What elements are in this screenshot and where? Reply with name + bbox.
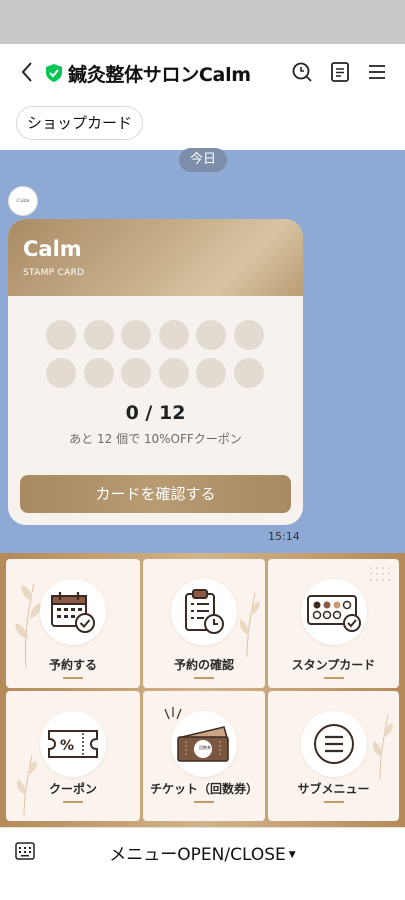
stamp-slot [46, 320, 76, 350]
stamp-slot [121, 358, 151, 388]
stamp-slot [233, 320, 264, 350]
underline [194, 801, 214, 803]
menu-item-stamp-card[interactable]: スタンプカード [268, 559, 399, 688]
card-title: Calm [23, 237, 82, 261]
underline [194, 677, 214, 679]
menu-label-check-reservation: 予約の確認 [173, 658, 234, 672]
chat-area: 今日 Calm Calm STAMP CARD 0 / 12 あと 12 個で … [0, 148, 405, 553]
leaf-decoration-icon [239, 592, 260, 658]
chat-title: 鍼灸整体サロンCalm [68, 64, 251, 86]
hamburger-circle-icon [313, 724, 354, 764]
notes-icon [331, 62, 349, 82]
back-button[interactable] [14, 59, 40, 85]
ticket-icon [177, 726, 229, 762]
menu-item-coupon[interactable]: % クーポン [6, 691, 140, 821]
menu-item-reserve[interactable]: 予約する [6, 559, 140, 688]
card-header: Calm STAMP CARD [8, 219, 303, 296]
shop-card-chip[interactable]: ショップカード [16, 106, 144, 140]
stamp-slot [83, 320, 114, 350]
underline [323, 801, 344, 803]
stamp-grid [46, 320, 266, 388]
coupon-circle: % [40, 711, 106, 777]
avatar-text: Calm [16, 198, 30, 204]
stamp-count: 0 / 12 [125, 402, 186, 424]
chip-row: ショップカード [0, 100, 405, 150]
ticket-text: 回数券 [199, 745, 211, 750]
underline [323, 677, 344, 679]
menu-label-ticket: チケット（回数券） [149, 782, 258, 796]
date-separator: 今日 [179, 148, 227, 172]
chevron-left-icon [21, 62, 32, 82]
clipboard-clock-icon [185, 589, 224, 634]
stamp-slot [196, 358, 226, 388]
clipboard-circle [171, 579, 237, 645]
menu-label-coupon: クーポン [48, 782, 97, 796]
notes-button[interactable] [328, 60, 352, 84]
stamp-hint: あと 12 個で 10%OFFクーポン [69, 432, 242, 446]
coupon-icon: % [48, 730, 98, 758]
hamburger-icon [369, 65, 385, 79]
dot-pattern-decoration [370, 567, 390, 581]
stamp-slot [233, 358, 264, 388]
view-card-button[interactable]: カードを確認する [20, 475, 291, 513]
menu-item-submenu[interactable]: サブメニュー [268, 691, 399, 821]
card-subtitle: STAMP CARD [23, 268, 85, 278]
menu-label-reserve: 予約する [48, 658, 97, 672]
stamp-slot [46, 358, 76, 388]
sparkle-decoration-icon [164, 707, 182, 720]
calendar-check-icon [51, 592, 95, 633]
verified-shield-icon [46, 64, 62, 82]
stamp-slot [158, 320, 189, 350]
bottom-bar: メニューOPEN/CLOSE ▼ [0, 827, 405, 875]
menu-label-stamp-card: スタンプカード [291, 658, 376, 672]
status-bar [0, 0, 405, 44]
stamp-slot [158, 358, 189, 388]
stamp-slot [196, 320, 226, 350]
underline [63, 677, 83, 679]
stamp-card-message: Calm STAMP CARD 0 / 12 あと 12 個で 10%OFFクー… [8, 219, 303, 525]
stamp-card-icon [306, 595, 361, 632]
stamp-slot [83, 358, 114, 388]
calendar-circle [40, 579, 106, 645]
svg-text:%: % [60, 738, 74, 754]
leaf-decoration-icon [372, 714, 393, 780]
menu-toggle-button[interactable]: メニューOPEN/CLOSE ▼ [0, 840, 405, 865]
menu-toggle-label: メニューOPEN/CLOSE [109, 845, 286, 865]
menu-item-ticket[interactable]: 回数券 チケット（回数券） [143, 691, 265, 821]
menu-item-check-reservation[interactable]: 予約の確認 [143, 559, 265, 688]
chat-header: 鍼灸整体サロンCalm [0, 44, 405, 100]
message-time: 15:14 [268, 530, 300, 543]
search-icon [292, 62, 312, 82]
stamp-slot [121, 320, 151, 350]
caret-down-icon: ▼ [288, 850, 296, 860]
rich-menu: 予約する 予約の確認 スタンプカード % クーポン 回数券 チケット（回数券） … [0, 553, 405, 827]
underline [63, 801, 83, 803]
stamp-circle [300, 579, 367, 645]
submenu-circle [300, 711, 367, 777]
search-button[interactable] [290, 60, 314, 84]
avatar[interactable]: Calm [8, 186, 38, 216]
menu-label-submenu: サブメニュー [297, 782, 370, 796]
menu-button[interactable] [365, 60, 389, 84]
